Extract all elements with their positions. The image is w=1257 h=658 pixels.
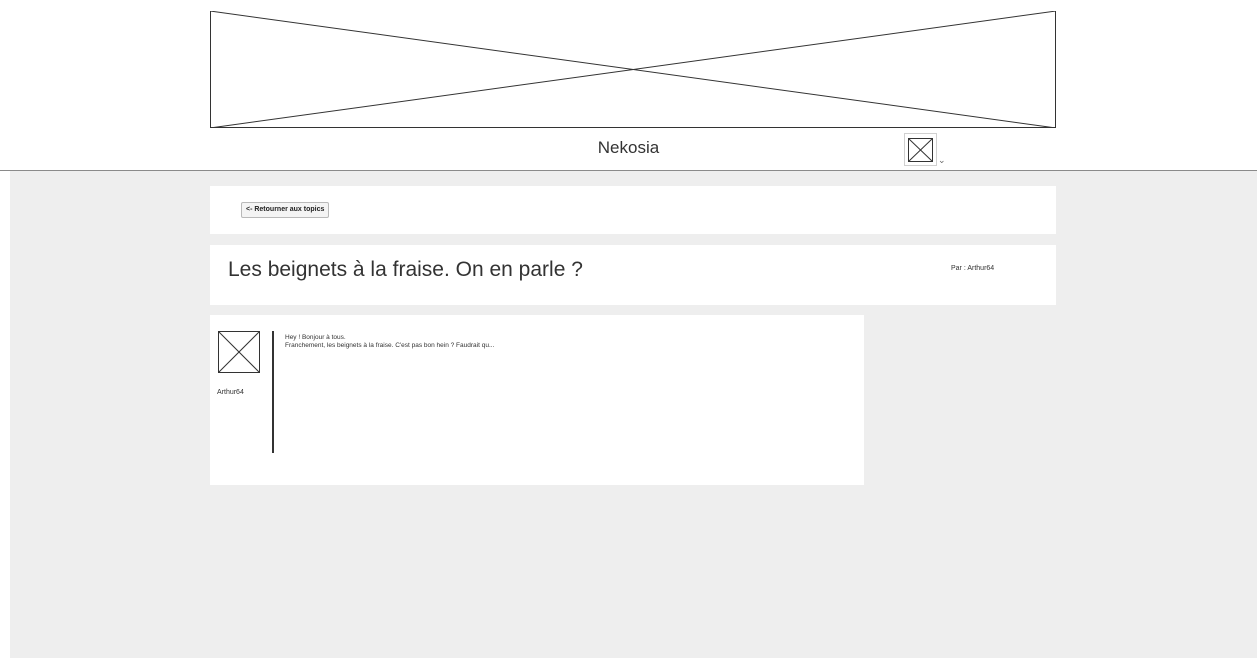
banner-image-placeholder-icon [210, 11, 1056, 128]
user-avatar-icon [904, 133, 937, 166]
post-avatar-icon [218, 331, 260, 373]
post-divider [272, 331, 274, 453]
back-to-topics-button[interactable]: <- Retourner aux topics [241, 202, 330, 218]
post-author: Arthur64 [217, 389, 244, 396]
header: Nekosia ⌄ [0, 0, 1257, 171]
topic-title: Les beignets à la fraise. On en parle ? [228, 258, 583, 281]
site-title: Nekosia [597, 138, 660, 157]
chevron-down-icon: ⌄ [938, 155, 946, 165]
post-body: Hey ! Bonjour à tous. Franchement, les b… [285, 334, 494, 350]
post-card: Arthur64 Hey ! Bonjour à tous. Francheme… [210, 315, 864, 485]
main-content: <- Retourner aux topics Les beignets à l… [10, 171, 1257, 658]
topic-header: Les beignets à la fraise. On en parle ? … [210, 245, 1056, 305]
user-menu-dropdown[interactable]: ⌄ [904, 133, 950, 166]
back-panel: <- Retourner aux topics [210, 186, 1056, 234]
post-line: Hey ! Bonjour à tous. [285, 334, 346, 341]
topic-author: Par : Arthur64 [951, 265, 995, 272]
post-line: Franchement, les beignets à la fraise. C… [285, 342, 495, 350]
